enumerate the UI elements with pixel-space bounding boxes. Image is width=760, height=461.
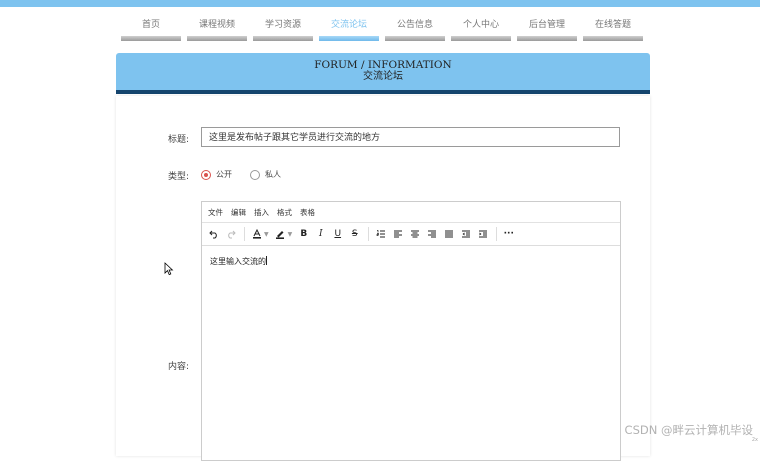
editor-toolbar: ▼ ▼ B I U S ··· [202,222,620,246]
redo-icon[interactable] [223,227,238,242]
banner-title-cn: 交流论坛 [363,71,403,82]
nav-label: 课程视频 [198,20,235,30]
radio-public-label: 公开 [216,170,232,179]
align-justify-icon[interactable] [441,227,456,242]
rich-text-editor: 文件 编辑 插入 格式 表格 ▼ ▼ B I U S ··· 这里输入交流的 [201,201,621,461]
title-label: 标题: [168,135,190,145]
menu-edit[interactable]: 编辑 [231,207,246,218]
menu-insert[interactable]: 插入 [254,207,269,218]
align-center-icon[interactable] [407,227,422,242]
nav-item-home[interactable]: 首页 [121,15,181,41]
editor-content-area[interactable]: 这里输入交流的 [202,246,620,277]
align-right-icon[interactable] [424,227,439,242]
nav-item-learning-resources[interactable]: 学习资源 [253,15,313,41]
nav-label: 个人中心 [462,20,499,30]
nav-item-online-quiz[interactable]: 在线答题 [583,15,643,41]
content-label: 内容: [168,362,190,372]
radio-private-label: 私人 [265,170,281,179]
text-cursor [266,256,267,265]
main-nav: 首页 课程视频 学习资源 交流论坛 公告信息 个人中心 后台管理 在线答题 [121,15,643,41]
menu-table[interactable]: 表格 [300,207,315,218]
undo-icon[interactable] [206,227,221,242]
menu-file[interactable]: 文件 [208,207,223,218]
banner-title-en: FORUM / INFORMATION [314,59,452,71]
text-color-icon[interactable] [249,227,264,242]
nav-label: 公告信息 [396,20,433,30]
menu-format[interactable]: 格式 [277,207,292,218]
radio-public[interactable] [201,169,211,180]
chevron-down-icon[interactable]: ▼ [264,231,269,238]
title-input[interactable]: 这里是发布帖子跟其它学员进行交流的地方 [201,127,620,147]
nav-item-announcements[interactable]: 公告信息 [385,15,445,41]
nav-label: 后台管理 [528,20,565,30]
outdent-icon[interactable] [458,227,473,242]
chevron-down-icon[interactable]: ▼ [288,231,293,238]
editor-body-text: 这里输入交流的 [210,257,266,266]
type-radio-group: 公开 私人 [201,169,281,180]
nav-item-personal-center[interactable]: 个人中心 [451,15,511,41]
more-icon[interactable]: ··· [501,227,516,242]
nav-item-forum[interactable]: 交流论坛 [319,15,379,41]
editor-menubar: 文件 编辑 插入 格式 表格 [202,202,620,222]
nav-label: 交流论坛 [330,20,367,30]
mouse-pointer-icon [164,262,174,276]
strikethrough-icon[interactable]: S [347,227,362,242]
radio-private[interactable] [250,169,260,180]
underline-icon[interactable]: U [330,227,345,242]
section-banner: FORUM / INFORMATION 交流论坛 [116,53,650,90]
italic-icon[interactable]: I [313,227,328,242]
highlight-color-icon[interactable] [273,227,288,242]
nav-label: 首页 [141,20,160,30]
nav-item-course-videos[interactable]: 课程视频 [187,15,247,41]
corner-mark: 2x [751,437,758,443]
type-label: 类型: [168,172,190,182]
banner-underline [116,90,650,94]
nav-label: 学习资源 [264,20,301,30]
indent-icon[interactable] [475,227,490,242]
top-accent-bar [0,0,760,7]
align-left-icon[interactable] [390,227,405,242]
nav-label: 在线答题 [594,20,631,30]
watermark-text: CSDN @畔云计算机毕设 [624,423,753,437]
bold-icon[interactable]: B [296,227,311,242]
nav-item-admin[interactable]: 后台管理 [517,15,577,41]
numbered-list-icon[interactable] [373,227,388,242]
